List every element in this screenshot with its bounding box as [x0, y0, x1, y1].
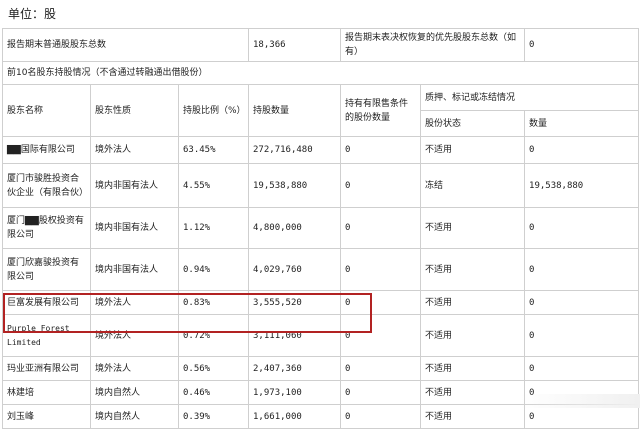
cell-qty: 0 [524, 290, 640, 315]
cell-ratio: 0.94% [177, 248, 250, 291]
cell-nature: 境外法人 [90, 356, 179, 381]
header-name: 股东名称 [2, 84, 91, 137]
section-title-row: 前10名股东持股情况（不含通过转融通出借股份） [1, 61, 640, 85]
cell-nature: 境内自然人 [90, 380, 179, 405]
header-pledge-qty: 数量 [524, 110, 640, 137]
cell-ratio: 63.45% [177, 136, 250, 164]
cell-status: 冻结 [420, 163, 526, 208]
summary-row: 报告期末普通股股东总数 18,366 报告期末表决权恢复的优先股股东总数（如有）… [1, 28, 640, 62]
cell-quantity: 272,716,480 [248, 136, 342, 164]
cell-name: 厦门欣嘉骏投资有限公司 [2, 248, 91, 291]
table-row: 玛业亚洲有限公司 境外法人 0.56% 2,407,360 0 不适用 0 [2, 356, 640, 381]
cell-restricted: 0 [340, 290, 422, 315]
cell-name: 厦门市骏胜投资合伙企业（有限合伙） [2, 163, 91, 208]
cell-quantity: 3,111,060 [248, 314, 342, 357]
table-row: 刘玉峰 境内自然人 0.39% 1,661,000 0 不适用 0 [2, 404, 640, 429]
cell-nature: 境内自然人 [90, 404, 179, 429]
cell-name: 玛业亚洲有限公司 [2, 356, 91, 381]
unit-label: 单位：股 [8, 7, 57, 21]
cell-name: Purple Forest Limited [2, 314, 91, 357]
cell-qty: 0 [524, 404, 640, 429]
cell-status: 不适用 [420, 380, 526, 405]
header-nature: 股东性质 [90, 84, 179, 137]
cell-quantity: 1,973,100 [248, 380, 342, 405]
cell-restricted: 0 [340, 136, 422, 164]
header-ratio: 持股比例（%） [177, 84, 250, 137]
cell-quantity: 19,538,880 [248, 163, 342, 208]
cell-status: 不适用 [420, 404, 526, 429]
cell-nature: 境外法人 [90, 290, 179, 315]
table-row: 厦门市骏胜投资合伙企业（有限合伙） 境内非国有法人 4.55% 19,538,8… [2, 163, 640, 208]
cell-status: 不适用 [420, 356, 526, 381]
cell-restricted: 0 [340, 380, 422, 405]
cell-status: 不适用 [420, 136, 526, 164]
table-row: 巨富发展有限公司 境外法人 0.83% 3,555,520 0 不适用 0 [2, 290, 640, 315]
cell-ratio: 0.46% [177, 380, 250, 405]
cell-nature: 境外法人 [90, 314, 179, 357]
cell-ratio: 4.55% [177, 163, 250, 208]
cell-ratio: 0.72% [177, 314, 250, 357]
cell-status: 不适用 [420, 314, 526, 357]
cell-qty: 0 [524, 136, 640, 164]
table-row: Purple Forest Limited 境外法人 0.72% 3,111,0… [2, 314, 640, 357]
summary-label-preferred-holders: 报告期末表决权恢复的优先股股东总数（如有） [340, 28, 526, 62]
cell-qty: 0 [524, 314, 640, 357]
cell-nature: 境外法人 [90, 136, 179, 164]
section-title: 前10名股东持股情况（不含通过转融通出借股份） [1, 61, 640, 85]
shareholder-table: 报告期末普通股股东总数 18,366 报告期末表决权恢复的优先股股东总数（如有）… [1, 28, 640, 429]
summary-value-preferred-holders: 0 [524, 28, 640, 62]
cell-ratio: 0.83% [177, 290, 250, 315]
cell-name: 林建培 [2, 380, 91, 405]
cell-restricted: 0 [340, 207, 422, 249]
cell-name: 厦门▇▇股权投资有限公司 [2, 207, 91, 249]
cell-status: 不适用 [420, 207, 526, 249]
header-quantity: 持股数量 [248, 84, 342, 137]
cell-quantity: 1,661,000 [248, 404, 342, 429]
cell-ratio: 0.56% [177, 356, 250, 381]
header-pledge-group: 质押、标记或冻结情况 [420, 84, 640, 111]
cell-restricted: 0 [340, 248, 422, 291]
cell-name: ▇▇国际有限公司 [2, 136, 91, 164]
cell-nature: 境内非国有法人 [90, 163, 179, 208]
cell-restricted: 0 [340, 314, 422, 357]
summary-label-common-holders: 报告期末普通股股东总数 [1, 28, 250, 62]
cell-restricted: 0 [340, 356, 422, 381]
cell-ratio: 1.12% [177, 207, 250, 249]
cell-restricted: 0 [340, 404, 422, 429]
cell-nature: 境内非国有法人 [90, 248, 179, 291]
cell-status: 不适用 [420, 248, 526, 291]
cell-quantity: 4,029,760 [248, 248, 342, 291]
cell-name: 刘玉峰 [2, 404, 91, 429]
table-row: ▇▇国际有限公司 境外法人 63.45% 272,716,480 0 不适用 0 [2, 136, 640, 164]
cell-ratio: 0.39% [177, 404, 250, 429]
cell-quantity: 3,555,520 [248, 290, 342, 315]
table-row: 厦门欣嘉骏投资有限公司 境内非国有法人 0.94% 4,029,760 0 不适… [2, 248, 640, 291]
table-row: 厦门▇▇股权投资有限公司 境内非国有法人 1.12% 4,800,000 0 不… [2, 207, 640, 249]
cell-quantity: 4,800,000 [248, 207, 342, 249]
cell-qty: 0 [524, 248, 640, 291]
header-pledge-status: 股份状态 [420, 110, 526, 137]
cell-qty: 0 [524, 207, 640, 249]
cell-name: 巨富发展有限公司 [2, 290, 91, 315]
cell-quantity: 2,407,360 [248, 356, 342, 381]
cell-status: 不适用 [420, 290, 526, 315]
bottom-fade [520, 394, 640, 408]
cell-qty: 19,538,880 [524, 163, 640, 208]
header-restricted: 持有有限售条件的股份数量 [340, 84, 422, 137]
cell-nature: 境内非国有法人 [90, 207, 179, 249]
cell-restricted: 0 [340, 163, 422, 208]
header-row-1: 股东名称 股东性质 持股比例（%） 持股数量 持有有限售条件的股份数量 质押、标… [2, 84, 640, 137]
cell-qty: 0 [524, 356, 640, 381]
summary-value-common-holders: 18,366 [248, 28, 342, 62]
